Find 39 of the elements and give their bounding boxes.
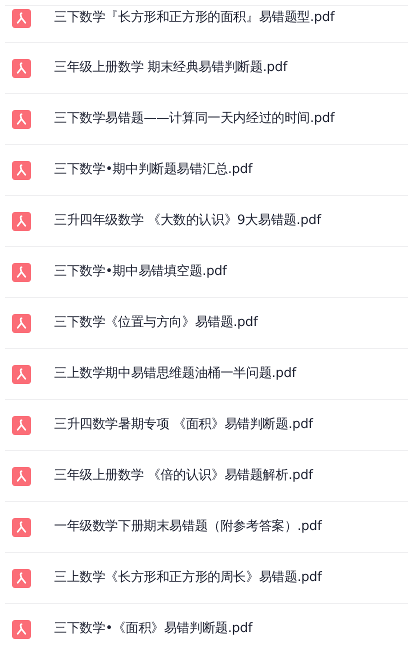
file-row[interactable]: 三上数学期中易错思维题油桶一半问题.pdf <box>5 349 408 400</box>
file-name: 一年级数学下册期末易错题（附参考答案）.pdf <box>54 518 322 536</box>
pdf-icon <box>12 262 31 282</box>
pdf-icon <box>12 8 31 28</box>
file-name: 三上数学《长方形和正方形的周长》易错题.pdf <box>54 569 322 588</box>
file-row[interactable]: 三下数学•期中易错填空题.pdf <box>5 247 408 298</box>
pdf-icon <box>12 518 31 536</box>
file-row[interactable]: 三下数学《位置与方向》易错题.pdf <box>5 298 408 349</box>
pdf-icon <box>12 160 31 180</box>
file-name: 三升四年级数学 《大数的认识》9大易错题.pdf <box>54 212 321 230</box>
pdf-icon <box>12 212 31 230</box>
file-row[interactable]: 三下数学•期中判断题易错汇总.pdf <box>5 145 408 196</box>
file-row[interactable]: 三升四数学暑期专项 《面积》易错判断题.pdf <box>5 400 408 451</box>
file-name: 三升四数学暑期专项 《面积》易错判断题.pdf <box>54 416 313 434</box>
file-row[interactable]: 一年级数学下册期末易错题（附参考答案）.pdf <box>5 502 408 553</box>
pdf-icon <box>12 314 31 332</box>
pdf-icon <box>12 110 31 128</box>
file-name: 三下数学易错题——计算同一天内经过的时间.pdf <box>54 110 334 128</box>
file-row[interactable]: 三升四年级数学 《大数的认识》9大易错题.pdf <box>5 196 408 247</box>
file-name: 三年级上册数学 期末经典易错判断题.pdf <box>54 59 288 78</box>
pdf-icon <box>12 568 31 588</box>
file-name: 三年级上册数学 《倍的认识》易错题解析.pdf <box>54 467 313 486</box>
file-name: 三上数学期中易错思维题油桶一半问题.pdf <box>54 365 296 384</box>
file-row[interactable]: 三下数学易错题——计算同一天内经过的时间.pdf <box>5 94 408 145</box>
file-row[interactable]: 三年级上册数学 期末经典易错判断题.pdf <box>5 43 408 94</box>
file-name: 三下数学《位置与方向》易错题.pdf <box>54 314 258 332</box>
pdf-icon <box>12 364 31 384</box>
file-name: 三下数学•《面积》易错判断题.pdf <box>54 620 252 638</box>
file-name: 三下数学『长方形和正方形的面积』易错题型.pdf <box>54 9 334 28</box>
file-name: 三下数学•期中易错填空题.pdf <box>54 263 227 282</box>
pdf-icon <box>12 416 31 434</box>
pdf-icon <box>12 466 31 486</box>
file-row[interactable]: 三下数学•《面积》易错判断题.pdf <box>5 604 408 654</box>
file-row[interactable]: 三上数学《长方形和正方形的周长》易错题.pdf <box>5 553 408 604</box>
pdf-icon <box>12 58 31 78</box>
file-name: 三下数学•期中判断题易错汇总.pdf <box>54 161 252 180</box>
pdf-icon <box>12 620 31 638</box>
file-row[interactable]: 三年级上册数学 《倍的认识》易错题解析.pdf <box>5 451 408 502</box>
file-row[interactable]: 三下数学『长方形和正方形的面积』易错题型.pdf <box>5 6 408 43</box>
